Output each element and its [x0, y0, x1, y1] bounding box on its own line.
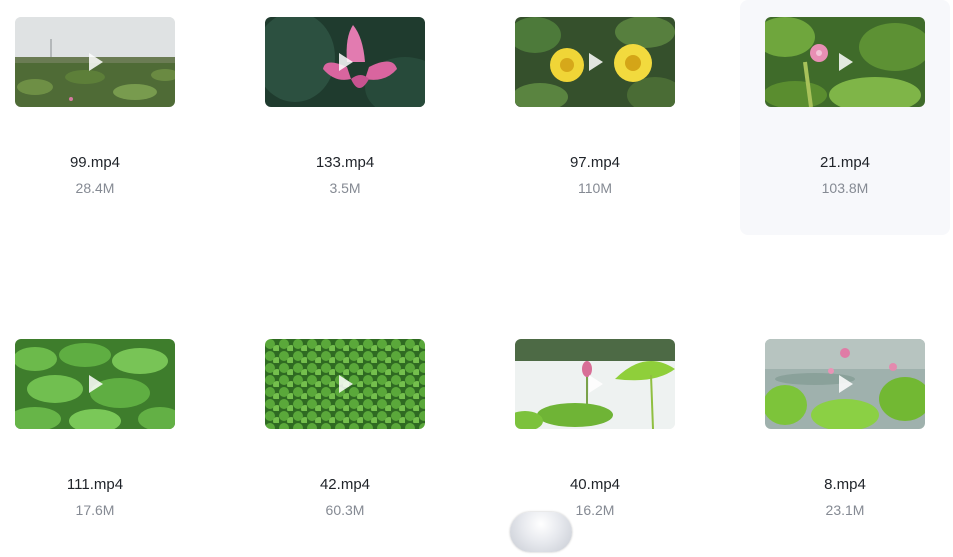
file-size: 17.6M	[75, 502, 115, 518]
video-file-card[interactable]: 42.mp4 60.3M	[250, 322, 460, 557]
file-size: 23.1M	[825, 502, 865, 518]
video-thumbnail[interactable]	[15, 17, 175, 107]
video-thumbnail[interactable]	[265, 17, 425, 107]
play-icon[interactable]	[84, 373, 106, 395]
file-name[interactable]: 97.mp4	[515, 154, 675, 172]
file-name[interactable]: 111.mp4	[15, 476, 175, 494]
file-name[interactable]: 40.mp4	[515, 476, 675, 494]
file-size: 3.5M	[329, 180, 361, 196]
video-thumbnail[interactable]	[15, 339, 175, 429]
play-icon[interactable]	[334, 51, 356, 73]
file-name[interactable]: 133.mp4	[265, 154, 425, 172]
play-icon[interactable]	[584, 51, 606, 73]
video-thumbnail[interactable]	[515, 17, 675, 107]
video-thumbnail[interactable]	[765, 339, 925, 429]
play-icon[interactable]	[834, 373, 856, 395]
play-icon[interactable]	[334, 373, 356, 395]
video-thumbnail[interactable]	[515, 339, 675, 429]
play-icon[interactable]	[584, 373, 606, 395]
file-size: 60.3M	[325, 502, 365, 518]
floating-assistant-button[interactable]	[510, 512, 572, 552]
video-file-card[interactable]: 111.mp4 17.6M	[0, 322, 210, 557]
file-name[interactable]: 99.mp4	[15, 154, 175, 172]
video-thumbnail[interactable]	[265, 339, 425, 429]
file-name[interactable]: 42.mp4	[265, 476, 425, 494]
file-size: 110M	[578, 180, 612, 196]
video-file-card[interactable]: 8.mp4 23.1M	[750, 322, 953, 557]
play-icon[interactable]	[84, 51, 106, 73]
video-thumbnail[interactable]	[765, 17, 925, 107]
video-file-card[interactable]: 99.mp4 28.4M	[0, 0, 210, 235]
video-file-card[interactable]: 97.mp4 110M	[500, 0, 710, 235]
play-icon[interactable]	[834, 51, 856, 73]
video-file-grid: 99.mp4 28.4M 133.mp4 3.5M 97.mp4 110M 21…	[0, 0, 953, 531]
file-name[interactable]: 8.mp4	[765, 476, 925, 494]
file-size: 103.8M	[821, 180, 869, 196]
video-file-card[interactable]: 21.mp4 103.8M	[740, 0, 950, 235]
file-size: 28.4M	[75, 180, 115, 196]
video-file-card[interactable]: 133.mp4 3.5M	[250, 0, 460, 235]
file-name[interactable]: 21.mp4	[765, 154, 925, 172]
